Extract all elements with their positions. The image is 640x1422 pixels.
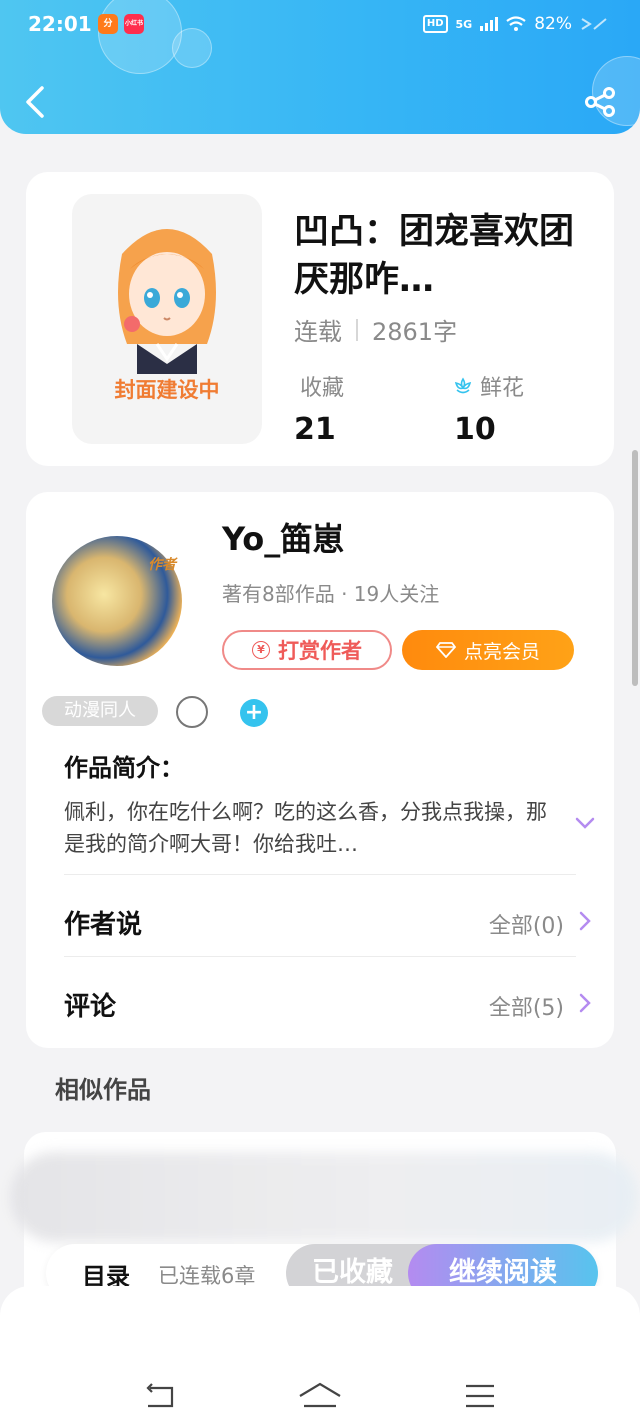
coin-icon: ¥	[252, 641, 270, 659]
divider	[356, 318, 358, 341]
vip-button[interactable]: 点亮会员	[402, 630, 574, 670]
nav-back-icon[interactable]	[144, 1382, 176, 1412]
vip-label: 点亮会员	[463, 640, 540, 663]
divider	[64, 956, 576, 957]
author-name[interactable]: Yo_筁崽	[222, 514, 344, 560]
system-nav-bar	[0, 1286, 640, 1422]
signal-icon: 5G	[455, 17, 473, 31]
cover-illustration	[118, 229, 216, 374]
diamond-icon	[435, 642, 456, 658]
status-indicators: HD 5G 82%	[422, 14, 610, 34]
cover-status-label: 封面建设中	[114, 378, 220, 402]
author-stats: 著有8部作品 · 19人关注	[222, 582, 440, 606]
nav-home-icon[interactable]	[298, 1382, 342, 1412]
battery-percent: 82%	[534, 14, 572, 34]
book-cover[interactable]: 封面建设中	[72, 194, 262, 444]
flower-icon	[454, 377, 472, 394]
chevron-right-icon	[579, 993, 591, 1013]
battery-icon	[581, 18, 607, 30]
header-bar: 22:01 分 小红书 HD 5G 82%	[0, 0, 640, 134]
book-meta: 连载 2861字	[294, 312, 457, 347]
author-card: 作者 Yo_筁崽 著有8部作品 · 19人关注 ¥ 打赏作者 点亮会员 动漫同人…	[26, 492, 614, 1048]
intro-text[interactable]: 佩利，你在吃什么啊？吃的这么香，分我点我操，那是我的简介啊大哥！你给我吐…	[64, 796, 564, 860]
serial-status: 连载	[294, 318, 342, 346]
author-avatar[interactable]: 作者	[52, 536, 182, 666]
status-time: 22:01	[28, 12, 92, 36]
tip-author-button[interactable]: ¥ 打赏作者	[222, 630, 392, 670]
nav-menu-icon[interactable]	[464, 1382, 496, 1412]
blurred-overlay	[10, 1152, 638, 1242]
similar-works-heading: 相似作品	[55, 1076, 151, 1104]
category-tag[interactable]: 动漫同人	[42, 696, 158, 726]
intro-heading: 作品简介：	[64, 754, 184, 782]
app-notification-icon: 小红书	[124, 14, 144, 34]
comments-label: 评论	[64, 992, 117, 1022]
author-says-count: 全部(0)	[488, 914, 564, 939]
divider	[64, 874, 576, 875]
flowers-stat[interactable]: 鲜花	[452, 370, 524, 402]
book-info-card: 封面建设中 凹凸：团宠喜欢团厌那咋… 连载 2861字 收藏 21 鲜花 10	[26, 172, 614, 466]
scrollbar[interactable]	[632, 450, 638, 686]
decor-bubble	[172, 28, 212, 68]
flowers-count: 10	[454, 412, 496, 447]
favorites-label: 收藏	[300, 376, 345, 401]
signal-bars-icon	[480, 17, 499, 31]
book-title: 凹凸：团宠喜欢团厌那咋…	[294, 212, 575, 300]
back-arrow-icon[interactable]	[22, 84, 50, 120]
add-tag-button[interactable]: +	[240, 699, 268, 727]
tip-author-label: 打赏作者	[278, 639, 362, 663]
author-badge: 作者	[148, 557, 176, 573]
hd-icon: HD	[422, 15, 448, 33]
share-icon[interactable]	[583, 86, 617, 118]
decor-bubble	[98, 0, 182, 74]
comments-count: 全部(5)	[488, 996, 564, 1021]
app-notification-icon: 分	[98, 14, 118, 34]
chevron-right-icon	[579, 911, 591, 931]
chevron-down-icon[interactable]	[574, 812, 596, 834]
flowers-label: 鲜花	[480, 376, 525, 401]
tag-circle-icon[interactable]	[176, 696, 208, 728]
word-count: 2861字	[372, 318, 458, 346]
favorites-count: 21	[294, 412, 336, 447]
author-says-label: 作者说	[64, 910, 143, 940]
wifi-icon	[506, 16, 526, 31]
